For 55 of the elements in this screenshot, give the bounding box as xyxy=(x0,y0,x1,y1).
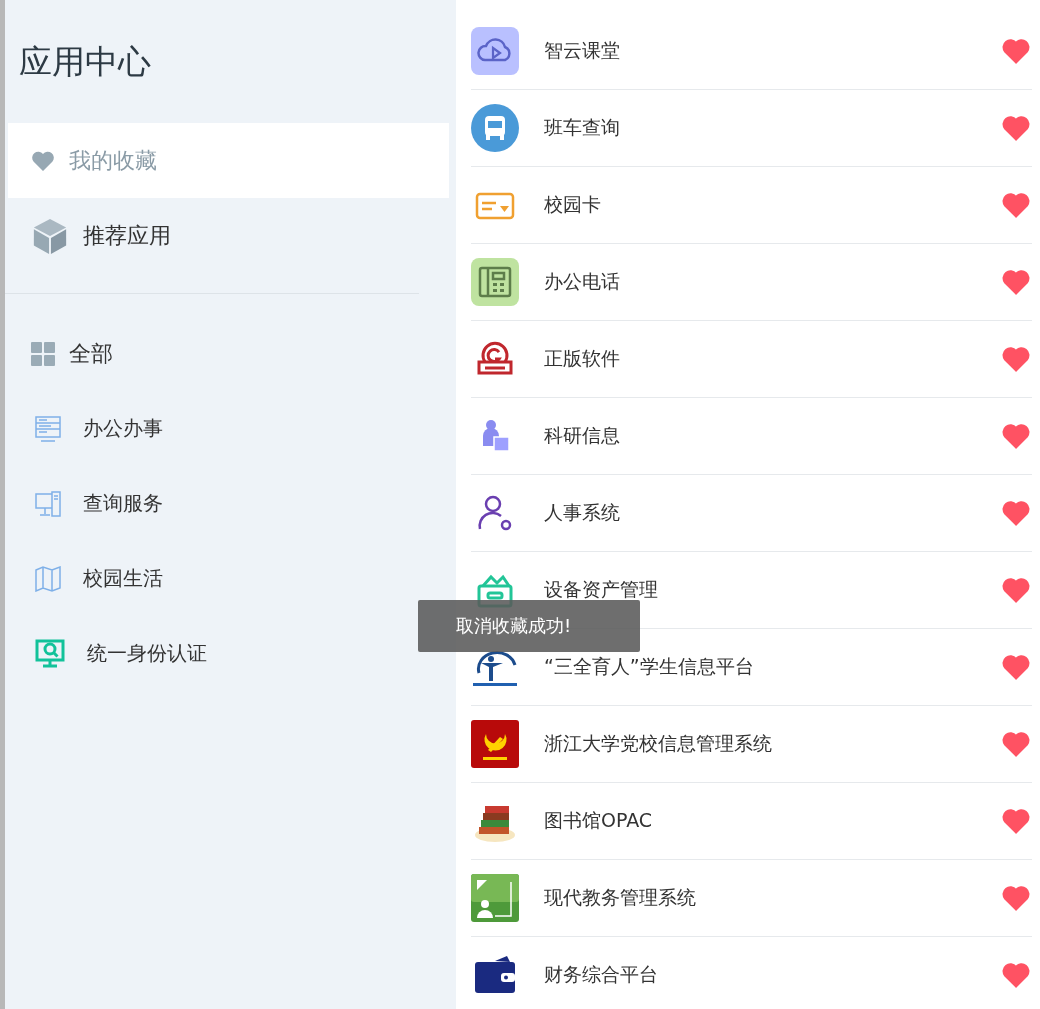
favorite-heart-icon[interactable] xyxy=(1002,577,1030,603)
app-name: 图书馆OPAC xyxy=(544,808,654,833)
app-name: 办公电话 xyxy=(544,269,621,294)
app-name: 班车查询 xyxy=(544,115,621,140)
app-name: 人事系统 xyxy=(544,500,621,525)
app-row[interactable]: 正版软件 xyxy=(471,321,1032,398)
map-icon xyxy=(35,565,61,592)
favorite-heart-icon[interactable] xyxy=(1002,346,1030,372)
category-item[interactable]: 查询服务 xyxy=(5,466,456,541)
monitor-search-icon xyxy=(35,638,65,669)
computer-icon xyxy=(35,490,61,517)
favorite-heart-icon[interactable] xyxy=(1002,731,1030,757)
app-name: 正版软件 xyxy=(544,346,621,371)
app-row[interactable]: 浙江大学党校信息管理系统 xyxy=(471,706,1032,783)
cloud-play-icon xyxy=(471,27,519,75)
bus-icon xyxy=(471,104,519,152)
category-item[interactable]: 全部 xyxy=(5,316,456,391)
favorite-heart-icon[interactable] xyxy=(1002,269,1030,295)
heart-icon xyxy=(31,149,55,172)
server-icon xyxy=(35,415,61,442)
telephone-icon xyxy=(471,258,519,306)
favorite-heart-icon[interactable] xyxy=(1002,885,1030,911)
app-row[interactable]: 财务综合平台 xyxy=(471,937,1032,1009)
app-row[interactable]: 科研信息 xyxy=(471,398,1032,475)
favorite-heart-icon[interactable] xyxy=(1002,654,1030,680)
app-row[interactable]: 智云课堂 xyxy=(471,13,1032,90)
app-name: 浙江大学党校信息管理系统 xyxy=(544,731,773,756)
app-name: 科研信息 xyxy=(544,423,621,448)
cube-icon xyxy=(31,216,69,255)
app-name: “三全育人”学生信息平台 xyxy=(544,654,755,679)
app-name: 财务综合平台 xyxy=(544,962,659,987)
app-row[interactable]: 办公电话 xyxy=(471,244,1032,321)
favorite-heart-icon[interactable] xyxy=(1002,423,1030,449)
grid-icon xyxy=(31,341,55,366)
favorite-heart-icon[interactable] xyxy=(1002,115,1030,141)
sidebar-title: 应用中心 xyxy=(19,41,152,83)
app-row[interactable]: 校园卡 xyxy=(471,167,1032,244)
teacher-board-icon xyxy=(471,874,519,922)
favorite-heart-icon[interactable] xyxy=(1002,500,1030,526)
favorite-heart-icon[interactable] xyxy=(1002,962,1030,988)
app-name: 校园卡 xyxy=(544,192,602,217)
unfavorite-toast: 取消收藏成功! xyxy=(418,600,640,652)
favorite-heart-icon[interactable] xyxy=(1002,38,1030,64)
nav-item[interactable]: 推荐应用 xyxy=(8,198,449,273)
app-name: 智云课堂 xyxy=(544,38,621,63)
favorite-heart-icon[interactable] xyxy=(1002,192,1030,218)
app-row[interactable]: 人事系统 xyxy=(471,475,1032,552)
app-row[interactable]: 现代教务管理系统 xyxy=(471,860,1032,937)
category-item[interactable]: 办公办事 xyxy=(5,391,456,466)
favorite-heart-icon[interactable] xyxy=(1002,808,1030,834)
app-name: 现代教务管理系统 xyxy=(544,885,697,910)
app-row[interactable]: 图书馆OPAC xyxy=(471,783,1032,860)
emblem-icon xyxy=(471,720,519,768)
app-name: 设备资产管理 xyxy=(544,577,659,602)
app-row[interactable]: 班车查询 xyxy=(471,90,1032,167)
